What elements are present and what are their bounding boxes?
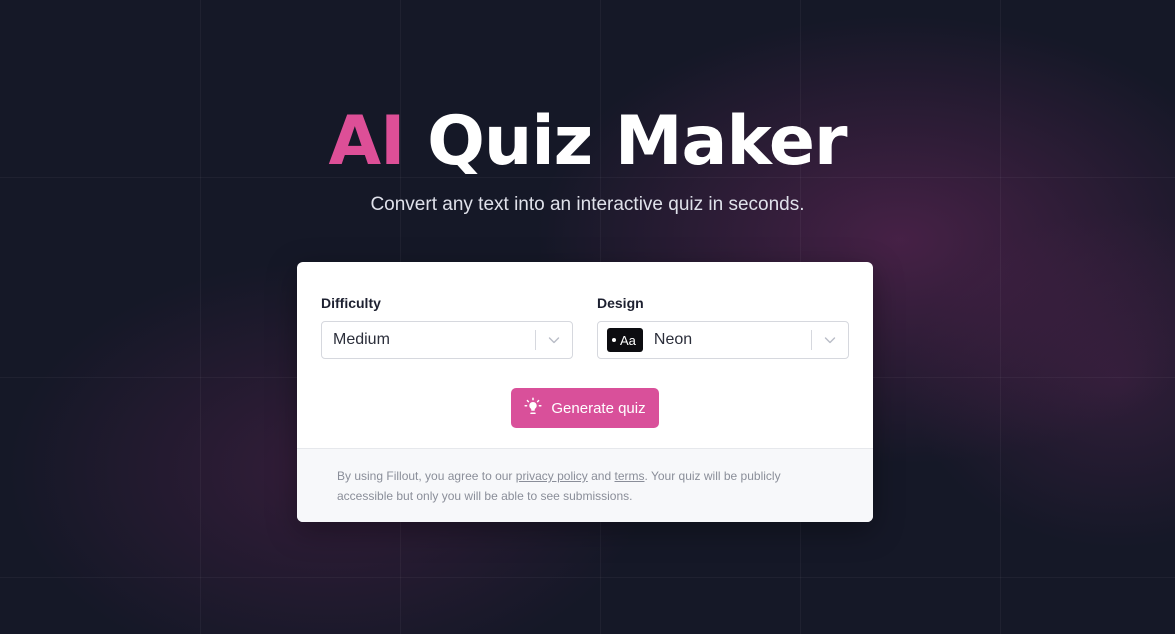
theme-dot-icon [612, 338, 616, 342]
terms-notice: By using Fillout, you agree to our priva… [297, 448, 873, 522]
page-subtitle: Convert any text into an interactive qui… [370, 194, 805, 215]
theme-chip-text: Aa [620, 332, 636, 348]
design-field: Design Aa Neon [597, 295, 849, 359]
chevron-down-icon[interactable] [536, 322, 572, 358]
privacy-policy-link[interactable]: privacy policy [516, 469, 588, 483]
difficulty-field: Difficulty Medium [321, 295, 573, 359]
generate-quiz-button[interactable]: Generate quiz [511, 388, 659, 428]
difficulty-select[interactable]: Medium [321, 321, 573, 359]
grid-line [0, 577, 1175, 578]
title-accent: AI [328, 102, 405, 181]
design-select[interactable]: Aa Neon [597, 321, 849, 359]
design-label: Design [597, 295, 644, 311]
terms-text-and: and [587, 469, 615, 483]
grid-line [1000, 0, 1001, 634]
difficulty-label: Difficulty [321, 295, 381, 311]
hero: AI Quiz Maker Convert any text into an i… [0, 98, 1175, 216]
chevron-down-icon[interactable] [812, 322, 848, 358]
title-rest: Quiz Maker [427, 102, 847, 181]
difficulty-value: Medium [333, 331, 390, 348]
design-value: Neon [653, 331, 693, 348]
lightbulb-icon [524, 397, 542, 419]
generate-quiz-label: Generate quiz [551, 399, 646, 417]
grid-line [200, 0, 201, 634]
terms-link[interactable]: terms [615, 469, 645, 483]
page-title: AI Quiz Maker [0, 98, 1175, 186]
theme-preview-chip: Aa [607, 328, 643, 352]
terms-text-before: By using Fillout, you agree to our [337, 469, 516, 483]
quiz-form-card: Difficulty Medium Design Aa Neon Generat… [297, 262, 873, 522]
